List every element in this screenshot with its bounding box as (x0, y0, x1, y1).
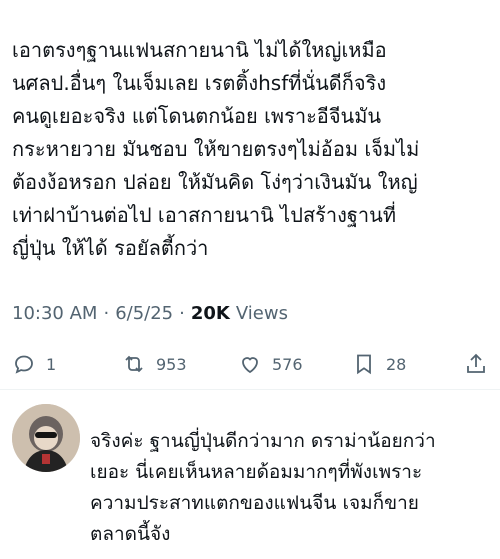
meta-separator: · (103, 303, 110, 324)
share-icon (467, 353, 485, 373)
meta-separator: · (179, 303, 185, 324)
tweet-line: เท่าฝาบ้านต่อไป เอาสกายนานิ ไปสร้างฐานที… (12, 203, 397, 227)
tweet-line: นศลป.อื่นๆ ในเจ็มเลย เรตติ้งhsfที่นั่นดี… (12, 71, 387, 95)
reply-text: จริงค่ะ ฐานญี่ปุ่นดีกว่ามาก ดราม่าน้อยกว… (90, 426, 495, 550)
reply-count: 1 (46, 354, 57, 374)
tweet-line: เอาตรงๆฐานแฟนสกายนานิ ไม่ได้ใหญ่เหมือ (12, 38, 387, 62)
reply-icon (15, 355, 33, 374)
tweet-line: ต้องง้อหรอก ปล่อย ให้มันคิด โง่ๆว่าเงินม… (12, 170, 418, 194)
tweet-line: คนดูเยอะจริง แต่โดนตกน้อย เพราะอีจีนมัน (12, 104, 382, 128)
views-label: Views (235, 303, 288, 324)
views-count: 20K (190, 303, 230, 324)
reply-line: จริงค่ะ ฐานญี่ปุ่นดีกว่ามาก ดราม่าน้อยกว… (90, 430, 436, 452)
bookmark-button[interactable]: 28 (352, 346, 406, 382)
action-bar: 1 953 576 28 (0, 346, 500, 382)
tweet-text: เอาตรงๆฐานแฟนสกายนานิ ไม่ได้ใหญ่เหมือ นศ… (12, 34, 492, 265)
tweet-meta: 10:30 AM · 6/5/25 · 20K Views (12, 303, 288, 324)
reply-line: ความประสาทแตกของแฟนจีน เจมก็ขาย (90, 492, 419, 514)
tweet-time[interactable]: 10:30 AM (12, 303, 97, 324)
tweet-line: กระหายวาย มันชอบ ให้ขายตรงๆไม่อ้อม เจ็มไ… (12, 137, 420, 161)
reply-button[interactable]: 1 (12, 346, 56, 382)
bookmark-count: 28 (386, 354, 407, 374)
bookmark-icon (357, 354, 371, 375)
avatar-image (12, 404, 80, 472)
tweet-date[interactable]: 6/5/25 (115, 303, 173, 324)
like-count: 576 (272, 354, 303, 374)
reply-line: ตลาดนี้จัง (90, 523, 171, 545)
heart-icon (242, 357, 258, 374)
divider (0, 389, 500, 390)
retweet-icon (125, 355, 143, 373)
reply-line: เยอะ นี่เคยเห็นหลายด้อมมากๆที่พังเพราะ (90, 461, 423, 483)
like-button[interactable]: 576 (238, 346, 303, 382)
avatar[interactable] (12, 404, 80, 472)
share-button[interactable] (464, 346, 488, 382)
retweet-count: 953 (156, 354, 187, 374)
tweet-line: ญี่ปุ่น ให้ได้ รอยัลตี้กว่า (12, 236, 209, 260)
retweet-button[interactable]: 953 (122, 346, 187, 382)
